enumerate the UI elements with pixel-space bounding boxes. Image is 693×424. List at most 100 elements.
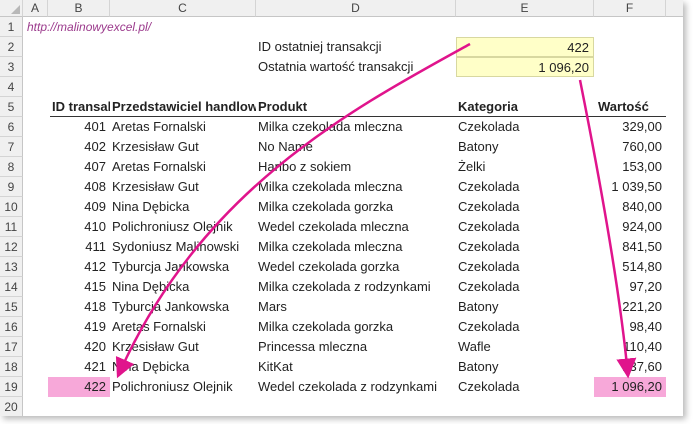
row-header-18[interactable]: 18 <box>0 357 23 377</box>
row-header-17[interactable]: 17 <box>0 337 23 357</box>
cell-representative[interactable]: Tyburcja Jankowska <box>110 297 256 317</box>
select-all-corner[interactable] <box>0 0 23 17</box>
cell-representative[interactable]: Krzesisław Gut <box>110 137 256 157</box>
cell-category[interactable]: Czekolada <box>456 257 594 277</box>
row-header-3[interactable]: 3 <box>0 57 23 77</box>
cell-category[interactable]: Czekolada <box>456 317 594 337</box>
cell-category[interactable]: Czekolada <box>456 117 594 137</box>
column-header-e[interactable]: E <box>456 0 594 17</box>
cell-id[interactable]: 412 <box>48 257 110 277</box>
cell-representative[interactable]: Nina Dębicka <box>110 197 256 217</box>
row-header-10[interactable]: 10 <box>0 197 23 217</box>
cell-id[interactable]: 411 <box>48 237 110 257</box>
cell-product[interactable]: Wedel czekolada gorzka <box>256 257 456 277</box>
header-representative[interactable]: Przedstawiciel handlowy <box>110 97 256 117</box>
row-header-15[interactable]: 15 <box>0 297 23 317</box>
row-header-1[interactable]: 1 <box>0 17 23 37</box>
cell-id[interactable]: 407 <box>48 157 110 177</box>
cell-representative[interactable]: Polichroniusz Olejnik <box>110 217 256 237</box>
column-header-f[interactable]: F <box>594 0 666 17</box>
row-header-5[interactable]: 5 <box>0 97 23 117</box>
cell-product[interactable]: Milka czekolada z rodzynkami <box>256 277 456 297</box>
cell-category[interactable]: Wafle <box>456 337 594 357</box>
cell-product[interactable]: No Name <box>256 137 456 157</box>
row-header-6[interactable]: 6 <box>0 117 23 137</box>
row-header-11[interactable]: 11 <box>0 217 23 237</box>
column-header-c[interactable]: C <box>110 0 256 17</box>
cell-id[interactable]: 415 <box>48 277 110 297</box>
cell-product[interactable]: Milka czekolada gorzka <box>256 197 456 217</box>
cell-id[interactable]: 408 <box>48 177 110 197</box>
cell-product[interactable]: Mars <box>256 297 456 317</box>
cell-value[interactable]: 221,20 <box>594 297 666 317</box>
cell-product[interactable]: Princessa mleczna <box>256 337 456 357</box>
column-header-b[interactable]: B <box>48 0 110 17</box>
cell-product[interactable]: Milka czekolada mleczna <box>256 177 456 197</box>
cell-category[interactable]: Czekolada <box>456 377 594 397</box>
cell-value[interactable]: 760,00 <box>594 137 666 157</box>
cell-product[interactable]: Wedel czekolada z rodzynkami <box>256 377 456 397</box>
cell-value[interactable]: 840,00 <box>594 197 666 217</box>
cell-representative[interactable]: Aretas Fornalski <box>110 317 256 337</box>
row-header-12[interactable]: 12 <box>0 237 23 257</box>
row-header-9[interactable]: 9 <box>0 177 23 197</box>
cell-product[interactable]: Haribo z sokiem <box>256 157 456 177</box>
cell-product[interactable]: Wedel czekolada mleczna <box>256 217 456 237</box>
last-id-value[interactable]: 422 <box>456 37 594 57</box>
cell-id[interactable]: 422 <box>48 377 110 397</box>
cell-representative[interactable]: Nina Dębicka <box>110 357 256 377</box>
cell-product[interactable]: Milka czekolada mleczna <box>256 117 456 137</box>
cell-value[interactable]: 97,20 <box>594 277 666 297</box>
cell-category[interactable]: Batony <box>456 357 594 377</box>
cell-value[interactable]: 329,00 <box>594 117 666 137</box>
cell-representative[interactable]: Krzesisław Gut <box>110 337 256 357</box>
row-header-14[interactable]: 14 <box>0 277 23 297</box>
cell-id[interactable]: 419 <box>48 317 110 337</box>
cell-category[interactable]: Batony <box>456 297 594 317</box>
cell-value[interactable]: 924,00 <box>594 217 666 237</box>
cell-value[interactable]: 841,50 <box>594 237 666 257</box>
row-header-13[interactable]: 13 <box>0 257 23 277</box>
cell-value[interactable]: 110,40 <box>594 337 666 357</box>
cell-id[interactable]: 409 <box>48 197 110 217</box>
cell-category[interactable]: Czekolada <box>456 237 594 257</box>
website-link[interactable]: http://malinowyexcel.pl/ <box>25 17 225 37</box>
cell-value[interactable]: 1 039,50 <box>594 177 666 197</box>
cell-product[interactable]: Milka czekolada gorzka <box>256 317 456 337</box>
cell-id[interactable]: 421 <box>48 357 110 377</box>
cell-representative[interactable]: Aretas Fornalski <box>110 157 256 177</box>
cell-category[interactable]: Żelki <box>456 157 594 177</box>
cell-representative[interactable]: Sydoniusz Malinowski <box>110 237 256 257</box>
cell-category[interactable]: Czekolada <box>456 197 594 217</box>
last-value-value[interactable]: 1 096,20 <box>456 57 594 77</box>
row-header-7[interactable]: 7 <box>0 137 23 157</box>
cell-product[interactable]: Milka czekolada mleczna <box>256 237 456 257</box>
cell-category[interactable]: Czekolada <box>456 217 594 237</box>
cell-id[interactable]: 402 <box>48 137 110 157</box>
cell-value[interactable]: 137,60 <box>594 357 666 377</box>
row-header-16[interactable]: 16 <box>0 317 23 337</box>
header-id[interactable]: ID transakcji <box>50 97 110 117</box>
cell-value[interactable]: 153,00 <box>594 157 666 177</box>
cell-category[interactable]: Czekolada <box>456 177 594 197</box>
cell-product[interactable]: KitKat <box>256 357 456 377</box>
row-header-20[interactable]: 20 <box>0 397 23 416</box>
cell-representative[interactable]: Krzesisław Gut <box>110 177 256 197</box>
cell-id[interactable]: 401 <box>48 117 110 137</box>
cell-category[interactable]: Czekolada <box>456 277 594 297</box>
cell-value[interactable]: 1 096,20 <box>594 377 666 397</box>
column-header-a[interactable]: A <box>23 0 48 17</box>
row-header-2[interactable]: 2 <box>0 37 23 57</box>
cell-value[interactable]: 98,40 <box>594 317 666 337</box>
row-header-8[interactable]: 8 <box>0 157 23 177</box>
cell-value[interactable]: 514,80 <box>594 257 666 277</box>
cell-representative[interactable]: Nina Dębicka <box>110 277 256 297</box>
cell-id[interactable]: 418 <box>48 297 110 317</box>
cell-representative[interactable]: Tyburcja Jankowska <box>110 257 256 277</box>
header-category[interactable]: Kategoria <box>456 97 594 117</box>
row-header-19[interactable]: 19 <box>0 377 23 397</box>
header-value[interactable]: Wartość <box>596 97 666 117</box>
column-header-d[interactable]: D <box>256 0 456 17</box>
cell-id[interactable]: 410 <box>48 217 110 237</box>
cell-category[interactable]: Batony <box>456 137 594 157</box>
